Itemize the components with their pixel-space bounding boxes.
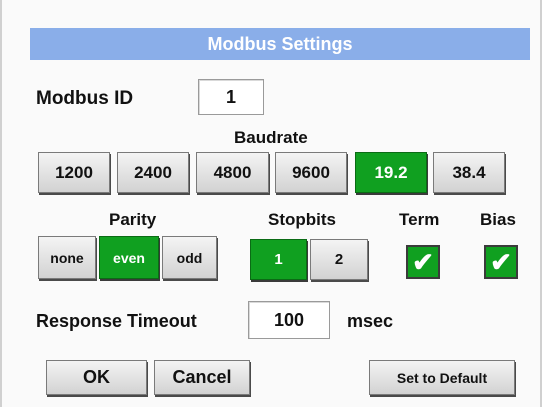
baudrate-1200-button[interactable]: 1200: [38, 152, 110, 193]
parity-label: Parity: [109, 210, 157, 229]
response-timeout-field[interactable]: 100: [248, 301, 330, 339]
modbus-settings-dialog: Modbus Settings Modbus ID 1 Baudrate 120…: [0, 0, 542, 407]
check-icon: ✔: [412, 247, 434, 277]
term-label: Term: [399, 210, 440, 229]
ok-button[interactable]: OK: [46, 360, 147, 395]
response-timeout-unit: msec: [347, 311, 394, 331]
check-icon: ✔: [490, 247, 512, 277]
baudrate-4800-button[interactable]: 4800: [196, 152, 269, 193]
baudrate-38-4-button[interactable]: 38.4: [433, 152, 505, 193]
bias-checkbox[interactable]: ✔: [484, 245, 518, 279]
cancel-button[interactable]: Cancel: [154, 360, 250, 395]
baudrate-label: Baudrate: [234, 128, 308, 147]
term-checkbox[interactable]: ✔: [406, 245, 440, 279]
response-timeout-label: Response Timeout: [36, 311, 197, 331]
set-to-default-button[interactable]: Set to Default: [369, 360, 515, 395]
stopbits-label: Stopbits: [268, 210, 336, 229]
baudrate-19-2-button[interactable]: 19.2: [355, 152, 427, 193]
parity-odd-button[interactable]: odd: [162, 236, 217, 279]
modbus-id-label: Modbus ID: [36, 88, 134, 109]
baudrate-9600-button[interactable]: 9600: [275, 152, 347, 193]
modbus-id-field[interactable]: 1: [198, 79, 264, 115]
baudrate-2400-button[interactable]: 2400: [117, 152, 189, 193]
stopbits-2-button[interactable]: 2: [310, 239, 368, 280]
dialog-title: Modbus Settings: [30, 28, 530, 60]
parity-even-button[interactable]: even: [99, 236, 159, 279]
bias-label: Bias: [480, 210, 516, 229]
stopbits-1-button[interactable]: 1: [250, 239, 307, 280]
parity-none-button[interactable]: none: [38, 236, 96, 279]
